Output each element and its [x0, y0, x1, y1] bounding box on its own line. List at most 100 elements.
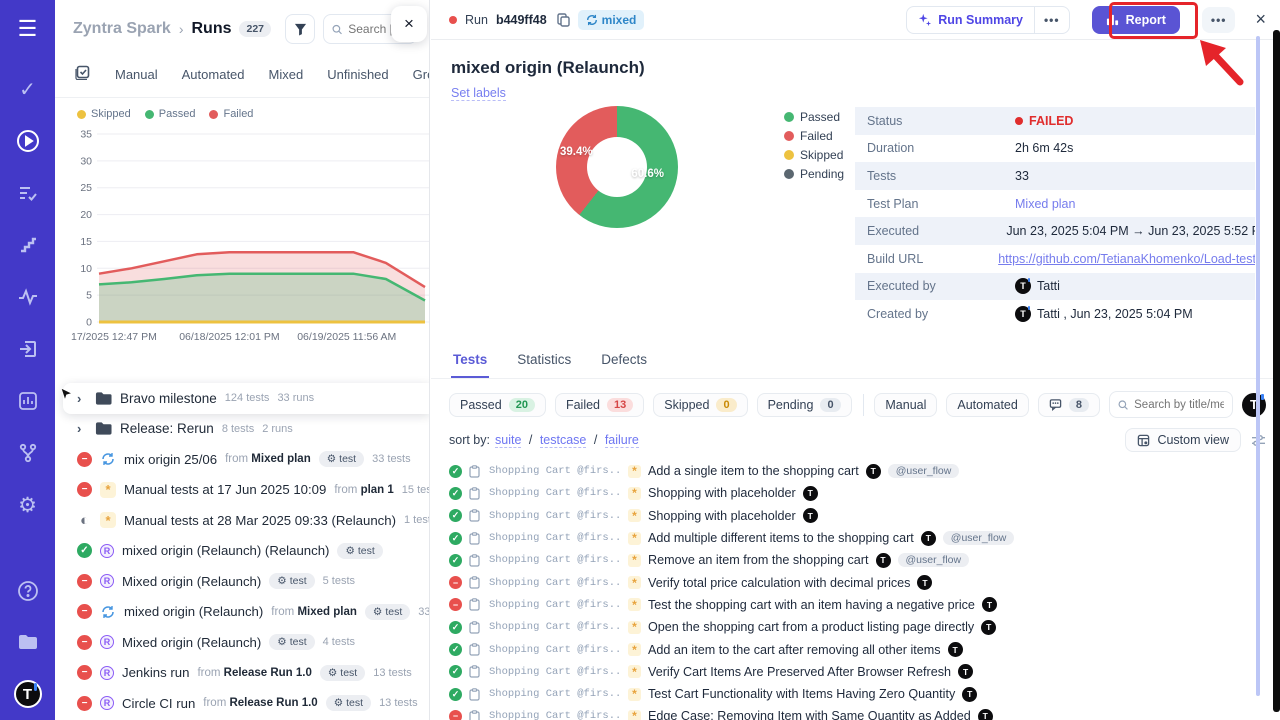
tab-groups[interactable]: Groups [413, 67, 430, 82]
run-meta: 8 tests [222, 423, 254, 435]
run-list-item[interactable]: ✓Rmixed origin (Relaunch) (Relaunch)⚙tes… [55, 536, 430, 567]
assignee-avatar[interactable]: T [1242, 393, 1266, 417]
clipboard-icon [469, 487, 482, 500]
menu-icon[interactable]: ☰ [13, 14, 43, 44]
svg-text:35: 35 [80, 129, 92, 141]
test-list-item[interactable]: ✓Shopping Cart @firs...*Add an item to t… [449, 638, 1280, 660]
close-icon[interactable]: × [1255, 9, 1266, 30]
sort-by-failure[interactable]: failure [605, 433, 639, 448]
run-list-item[interactable]: ›Release: Rerun8 tests2 runs [55, 414, 430, 445]
sort-by-testcase[interactable]: testcase [540, 433, 587, 448]
panel-close-button[interactable]: × [391, 6, 427, 42]
run-list-item[interactable]: −RCircle CI runfrom Release Run 1.0⚙test… [55, 688, 430, 719]
more-actions-button[interactable]: ••• [1202, 7, 1236, 33]
failed-status-icon: − [449, 710, 462, 720]
run-meta: 4 tests [323, 636, 355, 648]
assignee-avatar: T [866, 464, 881, 479]
report-button[interactable]: Report [1092, 6, 1180, 34]
clipboard-icon [469, 465, 482, 478]
tab-tests[interactable]: Tests [451, 346, 489, 378]
test-list-item[interactable]: ✓Shopping Cart @firs...*Shopping with pl… [449, 482, 1280, 504]
custom-view-button[interactable]: Custom view [1125, 428, 1241, 452]
run-list-item[interactable]: −mixed origin (Relaunch)from Mixed plan⚙… [55, 597, 430, 628]
settings-gear-icon[interactable]: ⚙ [13, 490, 43, 520]
donut-passed-label: 60.6% [631, 168, 664, 180]
test-tag-label: test [339, 453, 356, 465]
folder-icon [95, 391, 112, 406]
test-list-item[interactable]: ✓Shopping Cart @firs...*Test Cart Functi… [449, 683, 1280, 705]
test-list-item[interactable]: −Shopping Cart @firs...*Verify total pri… [449, 571, 1280, 593]
tab-automated[interactable]: Automated [182, 67, 245, 82]
filter-passed-button[interactable]: Passed20 [449, 393, 546, 417]
test-tag: @user_flow [888, 464, 960, 478]
play-circle-icon[interactable] [13, 126, 43, 156]
run-list-item[interactable]: ›Bravo milestone124 tests33 runs [63, 383, 430, 414]
test-list-item[interactable]: −Shopping Cart @firs...*Edge Case: Remov… [449, 705, 1280, 720]
projects-folder-icon[interactable] [13, 628, 43, 658]
run-list-item[interactable]: −RJenkins runfrom Release Run 1.0⚙test13… [55, 658, 430, 689]
run-list-item[interactable]: −RMixed origin (Relaunch)⚙test4 tests [55, 627, 430, 658]
filter-pending-button[interactable]: Pending0 [757, 393, 852, 417]
import-icon[interactable] [13, 334, 43, 364]
run-summary-more-button[interactable]: ••• [1034, 7, 1069, 33]
tests-search[interactable] [1109, 391, 1233, 418]
detail-value: FAILED [1015, 114, 1073, 128]
test-list-item[interactable]: ✓Shopping Cart @firs...*Add a single ite… [449, 460, 1280, 482]
test-tag-pill: ⚙test [319, 451, 364, 467]
automated-filter-button[interactable]: Automated [946, 393, 1028, 417]
run-list-item[interactable]: −RMixed origin (Relaunch)⚙test5 tests [55, 566, 430, 597]
test-list-item[interactable]: ✓Shopping Cart @firs...*Open the shoppin… [449, 616, 1280, 638]
custom-view-label: Custom view [1157, 433, 1229, 447]
sort-by-suite[interactable]: suite [495, 433, 521, 448]
donut-legend-item-passed: Passed [784, 110, 844, 124]
sort-row: sort by: suite / testcase / failure Cust… [431, 418, 1280, 452]
tab-manual[interactable]: Manual [115, 67, 158, 82]
filter-label: Skipped [664, 398, 709, 412]
help-icon[interactable] [13, 576, 43, 606]
user-avatar[interactable]: T [14, 680, 42, 708]
check-icon[interactable]: ✓ [13, 74, 43, 104]
test-title: Verify Cart Items Are Preserved After Br… [648, 665, 951, 679]
run-label: Run [465, 13, 488, 27]
detail-value[interactable]: https://github.com/TetianaKhomenko/Load-… [998, 252, 1255, 266]
test-cases-icon[interactable] [13, 178, 43, 208]
test-list-item[interactable]: −Shopping Cart @firs...*Test the shoppin… [449, 594, 1280, 616]
app-sidebar: ☰ ✓ ⚙ T [0, 0, 55, 720]
select-all-icon[interactable] [75, 64, 91, 85]
tab-defects[interactable]: Defects [599, 346, 649, 378]
branch-icon[interactable] [13, 438, 43, 468]
filter-failed-button[interactable]: Failed13 [555, 393, 644, 417]
panel-scrollbar[interactable] [1256, 36, 1260, 696]
run-list-item[interactable]: −*Manual tests at 17 Jun 2025 10:09from … [55, 475, 430, 506]
tab-mixed[interactable]: Mixed [269, 67, 304, 82]
test-list-item[interactable]: ✓Shopping Cart @firs...*Verify Cart Item… [449, 661, 1280, 683]
test-list-item[interactable]: ✓Shopping Cart @firs...*Add multiple dif… [449, 527, 1280, 549]
manual-filter-button[interactable]: Manual [874, 393, 937, 417]
run-type-badge[interactable]: mixed [578, 10, 645, 30]
detail-value: Jun 23, 2025 5:04 PM → Jun 23, 2025 5:52… [1006, 224, 1255, 238]
comments-filter-button[interactable]: 8 [1038, 393, 1100, 417]
run-detail-topbar: Run b449ff48 mixed Run Summary ••• Repor… [431, 0, 1280, 40]
breadcrumb-app[interactable]: Zyntra Spark [73, 20, 171, 38]
run-summary-button-group: Run Summary ••• [906, 6, 1069, 34]
filter-button[interactable] [285, 14, 315, 44]
run-list-item[interactable]: ◐*Manual tests at 28 Mar 2025 09:33 (Rel… [55, 505, 430, 536]
run-detail-panel: Run b449ff48 mixed Run Summary ••• Repor… [431, 0, 1280, 720]
tests-search-input[interactable] [1134, 399, 1224, 411]
tab-statistics[interactable]: Statistics [515, 346, 573, 378]
tab-unfinished[interactable]: Unfinished [327, 67, 388, 82]
run-list-item[interactable]: −mix origin 25/06from Mixed plan⚙test33 … [55, 444, 430, 475]
clipboard-icon [469, 688, 482, 701]
test-list-item[interactable]: ✓Shopping Cart @firs...*Shopping with pl… [449, 505, 1280, 527]
filter-skipped-button[interactable]: Skipped0 [653, 393, 747, 417]
detail-value[interactable]: Mixed plan [1015, 197, 1075, 211]
test-title: Add a single item to the shopping cart [648, 464, 859, 478]
set-labels-link[interactable]: Set labels [451, 86, 506, 101]
steps-icon[interactable] [13, 230, 43, 260]
detail-row: Created byTTatti , Jun 23, 2025 5:04 PM [855, 300, 1255, 328]
activity-icon[interactable] [13, 282, 43, 312]
run-summary-button[interactable]: Run Summary [907, 7, 1034, 33]
test-list-item[interactable]: ✓Shopping Cart @firs...*Remove an item f… [449, 549, 1280, 571]
copy-icon[interactable] [557, 13, 570, 27]
reports-icon[interactable] [13, 386, 43, 416]
